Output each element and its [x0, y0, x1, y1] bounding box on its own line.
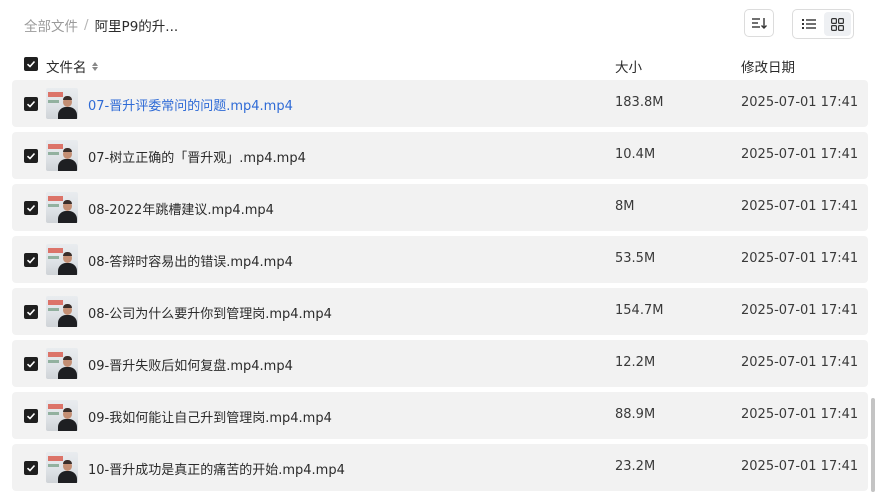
- file-row[interactable]: 09-晋升失败后如何复盘.mp4.mp4 12.2M 2025-07-01 17:4…: [12, 340, 868, 387]
- row-checkbox[interactable]: [24, 409, 38, 423]
- file-modified-date: 2025-07-01 17:41: [741, 407, 859, 422]
- name-column-label: 文件名: [46, 60, 87, 76]
- file-name[interactable]: 09-晋升失败后如何复盘.mp4.mp4: [88, 355, 293, 374]
- row-checkbox[interactable]: [24, 357, 38, 371]
- row-checkbox[interactable]: [24, 149, 38, 163]
- check-icon: [26, 412, 36, 420]
- grid-view-button[interactable]: [824, 12, 851, 36]
- video-thumbnail: [46, 192, 78, 223]
- file-modified-date: 2025-07-01 17:41: [741, 199, 859, 214]
- file-name[interactable]: 08-公司为什么要升你到管理岗.mp4.mp4: [88, 303, 332, 322]
- top-bar: 全部文件 / 阿里P9的升...: [0, 0, 878, 46]
- video-thumbnail: [46, 348, 78, 379]
- check-icon: [26, 360, 36, 368]
- file-size: 10.4M: [615, 147, 656, 162]
- file-modified-date: 2025-07-01 17:41: [741, 147, 859, 162]
- file-name[interactable]: 07-晋升评委常问的问题.mp4.mp4: [88, 95, 293, 114]
- file-modified-date: 2025-07-01 17:41: [741, 251, 859, 266]
- file-modified-date: 2025-07-01 17:41: [741, 303, 859, 318]
- check-icon: [26, 256, 36, 264]
- file-row[interactable]: 07-晋升评委常问的问题.mp4.mp4 183.8M 2025-07-01 17:…: [12, 80, 868, 127]
- file-size: 23.2M: [615, 459, 656, 474]
- breadcrumb-separator: /: [84, 17, 89, 33]
- video-thumbnail: [46, 88, 78, 119]
- video-thumbnail: [46, 244, 78, 275]
- sort-button[interactable]: [744, 9, 774, 37]
- file-size: 88.9M: [615, 407, 656, 422]
- row-checkbox[interactable]: [24, 305, 38, 319]
- row-checkbox[interactable]: [24, 201, 38, 215]
- video-thumbnail: [46, 140, 78, 171]
- file-name[interactable]: 09-我如何能让自己升到管理岗.mp4.mp4: [88, 407, 332, 426]
- video-thumbnail: [46, 400, 78, 431]
- breadcrumb-root-link[interactable]: 全部文件: [24, 15, 78, 35]
- check-icon: [26, 100, 36, 108]
- scrollbar-thumb[interactable]: [871, 398, 875, 492]
- check-icon: [26, 204, 36, 212]
- video-thumbnail: [46, 452, 78, 483]
- size-column-header: 大小: [615, 60, 642, 76]
- row-checkbox[interactable]: [24, 253, 38, 267]
- check-icon: [26, 60, 36, 68]
- list-view-icon: [801, 19, 816, 29]
- file-name[interactable]: 08-2022年跳槽建议.mp4.mp4: [88, 199, 274, 218]
- file-modified-date: 2025-07-01 17:41: [741, 459, 859, 474]
- file-name[interactable]: 10-晋升成功是真正的痛苦的开始.mp4.mp4: [88, 459, 345, 478]
- file-size: 154.7M: [615, 303, 664, 318]
- check-icon: [26, 308, 36, 316]
- file-row[interactable]: 07-树立正确的「晋升观」.mp4.mp4 10.4M 2025-07-01 17:…: [12, 132, 868, 179]
- file-size: 12.2M: [615, 355, 656, 370]
- check-icon: [26, 464, 36, 472]
- file-size: 53.5M: [615, 251, 656, 266]
- breadcrumb: 全部文件 / 阿里P9的升...: [24, 15, 178, 35]
- table-header: 文件名 大小 修改日期: [12, 50, 868, 78]
- name-column-header[interactable]: 文件名: [46, 56, 98, 76]
- sort-caret-icon: [91, 61, 98, 71]
- file-row[interactable]: 08-答辩时容易出的错误.mp4.mp4 53.5M 2025-07-01 17:4…: [12, 236, 868, 283]
- select-all-checkbox[interactable]: [24, 57, 38, 71]
- breadcrumb-current-folder: 阿里P9的升...: [94, 19, 179, 35]
- row-checkbox[interactable]: [24, 461, 38, 475]
- file-name[interactable]: 08-答辩时容易出的错误.mp4.mp4: [88, 251, 293, 270]
- check-icon: [26, 152, 36, 160]
- file-size: 183.8M: [615, 95, 664, 110]
- file-name[interactable]: 07-树立正确的「晋升观」.mp4.mp4: [88, 147, 306, 166]
- file-modified-date: 2025-07-01 17:41: [741, 355, 859, 370]
- file-row[interactable]: 10-晋升成功是真正的痛苦的开始.mp4.mp4 23.2M 2025-07-01 …: [12, 444, 868, 491]
- view-toggle: [792, 9, 854, 39]
- file-modified-date: 2025-07-01 17:41: [741, 95, 859, 110]
- file-row[interactable]: 08-2022年跳槽建议.mp4.mp4 8M 2025-07-01 17:41: [12, 184, 868, 231]
- list-view-button[interactable]: [795, 12, 822, 36]
- file-row[interactable]: 08-公司为什么要升你到管理岗.mp4.mp4 154.7M 2025-07-01 …: [12, 288, 868, 335]
- file-row[interactable]: 09-我如何能让自己升到管理岗.mp4.mp4 88.9M 2025-07-01 1…: [12, 392, 868, 439]
- video-thumbnail: [46, 296, 78, 327]
- grid-view-icon: [831, 17, 844, 31]
- file-size: 8M: [615, 199, 635, 214]
- row-checkbox[interactable]: [24, 97, 38, 111]
- modified-column-header: 修改日期: [741, 60, 795, 76]
- sort-lines-icon: [752, 18, 767, 29]
